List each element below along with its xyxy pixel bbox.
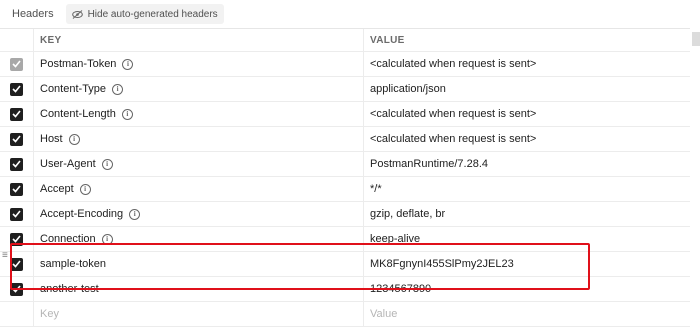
check-icon: [12, 110, 21, 118]
header-check-cell: [0, 29, 34, 51]
header-key-cell[interactable]: Connection i: [34, 227, 364, 251]
row-checkbox[interactable]: [10, 207, 23, 221]
header-key-text: sample-token: [40, 258, 107, 270]
check-icon: [12, 285, 21, 293]
header-key-text: Connection: [40, 233, 96, 245]
drag-handle-icon[interactable]: ≡: [2, 251, 8, 261]
table-row: Accept i */*: [0, 177, 690, 202]
header-key-text: Content-Length: [40, 108, 116, 120]
header-value-cell[interactable]: PostmanRuntime/7.28.4: [364, 152, 690, 176]
header-key-cell[interactable]: Accept i: [34, 177, 364, 201]
row-check-cell: [0, 227, 34, 251]
headers-table: KEY VALUE Postman-Token i <calculated when…: [0, 28, 690, 327]
check-icon: [12, 185, 21, 193]
headers-toolbar: Headers Hide auto-generated headers: [0, 0, 700, 28]
header-key-cell[interactable]: sample-token: [34, 252, 364, 276]
table-row: another-test 1234567890: [0, 277, 690, 302]
info-icon[interactable]: i: [112, 83, 124, 95]
eye-slash-icon: [71, 9, 83, 19]
check-icon: [12, 160, 21, 168]
check-icon: [12, 235, 21, 243]
table-row: User-Agent i PostmanRuntime/7.28.4: [0, 152, 690, 177]
info-icon[interactable]: i: [68, 133, 80, 145]
row-checkbox[interactable]: [10, 107, 23, 121]
table-row: Content-Length i <calculated when request …: [0, 102, 690, 127]
header-value-cell[interactable]: <calculated when request is sent>: [364, 52, 690, 76]
info-icon[interactable]: i: [101, 233, 113, 245]
column-header-value: VALUE: [370, 34, 405, 46]
header-key-text: Host: [40, 133, 63, 145]
check-icon: [12, 85, 21, 93]
header-key-cell[interactable]: another-test: [34, 277, 364, 301]
scrollbar[interactable]: [692, 32, 700, 46]
header-value-cell[interactable]: */*: [364, 177, 690, 201]
row-checkbox[interactable]: [10, 132, 23, 146]
row-check-cell: [0, 102, 34, 126]
info-icon[interactable]: i: [101, 158, 113, 170]
check-icon: [12, 60, 21, 68]
header-key-cell[interactable]: Postman-Token i: [34, 52, 364, 76]
header-key-cell[interactable]: Host i: [34, 127, 364, 151]
new-value-input[interactable]: Value: [364, 302, 690, 326]
header-rows: Postman-Token i <calculated when request i…: [0, 52, 690, 302]
row-check-cell: [0, 152, 34, 176]
row-checkbox[interactable]: [10, 182, 23, 196]
table-header-row: KEY VALUE: [0, 29, 690, 52]
row-check-cell: [0, 177, 34, 201]
new-header-row: Key Value: [0, 302, 690, 327]
header-key-text: Accept-Encoding: [40, 208, 124, 220]
check-icon: [12, 210, 21, 218]
header-key-cell[interactable]: User-Agent i: [34, 152, 364, 176]
header-value-cell[interactable]: application/json: [364, 77, 690, 101]
row-check-cell: [0, 127, 34, 151]
headers-title: Headers: [12, 8, 54, 20]
info-icon[interactable]: i: [79, 183, 91, 195]
header-value-cell[interactable]: MK8FgnynI455SlPmy2JEL23: [364, 252, 690, 276]
header-value-cell[interactable]: 1234567890: [364, 277, 690, 301]
row-checkbox[interactable]: [10, 282, 23, 296]
info-icon[interactable]: i: [121, 108, 133, 120]
row-checkbox[interactable]: [10, 257, 23, 271]
info-icon[interactable]: i: [122, 58, 134, 70]
table-row: Accept-Encoding i gzip, deflate, br: [0, 202, 690, 227]
row-checkbox[interactable]: [10, 82, 23, 96]
row-checkbox[interactable]: [10, 157, 23, 171]
header-key-cell[interactable]: Accept-Encoding i: [34, 202, 364, 226]
header-key-text: User-Agent: [40, 158, 96, 170]
row-checkbox[interactable]: [10, 57, 23, 71]
header-key-text: Postman-Token: [40, 58, 117, 70]
row-check-cell: [0, 202, 34, 226]
table-row: Postman-Token i <calculated when request i…: [0, 52, 690, 77]
info-icon[interactable]: i: [129, 208, 141, 220]
header-key-text: Accept: [40, 183, 74, 195]
header-key-cell[interactable]: Content-Type i: [34, 77, 364, 101]
table-row: Connection i keep-alive: [0, 227, 690, 252]
row-check-cell: [0, 277, 34, 301]
column-header-key: KEY: [34, 29, 364, 51]
header-value-cell[interactable]: <calculated when request is sent>: [364, 102, 690, 126]
new-row-check-cell: [0, 302, 34, 326]
check-icon: [12, 260, 21, 268]
table-row: Host i <calculated when request is sent>: [0, 127, 690, 152]
row-check-cell: [0, 52, 34, 76]
header-key-cell[interactable]: Content-Length i: [34, 102, 364, 126]
header-value-cell[interactable]: gzip, deflate, br: [364, 202, 690, 226]
check-icon: [12, 135, 21, 143]
header-value-cell[interactable]: <calculated when request is sent>: [364, 127, 690, 151]
row-check-cell: [0, 77, 34, 101]
header-key-text: another-test: [40, 283, 99, 295]
row-checkbox[interactable]: [10, 232, 23, 246]
hide-auto-generated-headers-button[interactable]: Hide auto-generated headers: [65, 4, 224, 24]
new-key-input[interactable]: Key: [34, 302, 364, 326]
table-row: sample-token MK8FgnynI455SlPmy2JEL23: [0, 252, 690, 277]
table-row: Content-Type i application/json: [0, 77, 690, 102]
header-value-cell[interactable]: keep-alive: [364, 227, 690, 251]
hide-button-label: Hide auto-generated headers: [87, 8, 218, 20]
header-key-text: Content-Type: [40, 83, 107, 95]
